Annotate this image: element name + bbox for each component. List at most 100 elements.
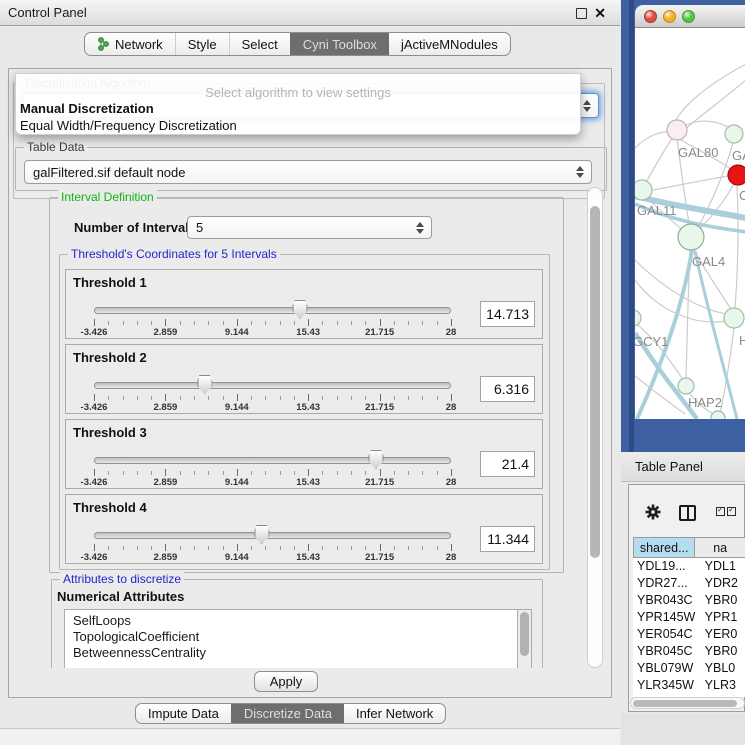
cell-name: YBR0 <box>705 592 745 609</box>
tab-network[interactable]: Network <box>85 33 175 55</box>
column-header-name[interactable]: na <box>695 538 745 557</box>
attribute-item-selfloops[interactable]: SelfLoops <box>73 613 517 629</box>
network-edge-highlighted[interactable] <box>695 251 737 419</box>
network-canvas[interactable]: GAL80GACGAL11GAL4GCY1HHAP2 <box>635 28 745 419</box>
network-node[interactable] <box>725 125 743 143</box>
threshold-value-field[interactable] <box>480 301 535 327</box>
close-window-icon[interactable] <box>644 10 657 23</box>
slider-tick <box>208 396 209 400</box>
scrollbar-thumb[interactable] <box>520 612 529 656</box>
network-node[interactable] <box>667 120 687 140</box>
slider: -3.4262.8599.14415.4321.71528 <box>94 420 451 490</box>
slider-thumb[interactable] <box>292 300 307 319</box>
dropdown-item-equal-width-frequency-discretization[interactable]: Equal Width/Frequency Discretization <box>16 117 580 134</box>
slider-thumb[interactable] <box>369 450 384 469</box>
network-window-titlebar[interactable] <box>635 5 745 28</box>
tab-impute-data[interactable]: Impute Data <box>136 704 231 723</box>
table-row[interactable]: YER054CYER0 <box>633 626 745 643</box>
column-header-shared-name[interactable]: shared... <box>634 538 695 557</box>
zoom-window-icon[interactable] <box>682 10 695 23</box>
network-desktop: GAL80GACGAL11GAL4GCY1HHAP2 <box>621 0 745 452</box>
slider-tick <box>394 321 395 325</box>
threshold-value-field[interactable] <box>480 376 535 402</box>
attribute-item-betweennesscentrality[interactable]: BetweennessCentrality <box>73 645 517 661</box>
network-edge[interactable] <box>644 134 675 186</box>
network-edge[interactable] <box>635 323 685 383</box>
table-row[interactable]: YDR27...YDR2 <box>633 575 745 592</box>
slider-thumb[interactable] <box>197 375 212 394</box>
slider-track[interactable] <box>94 457 451 464</box>
slider-track[interactable] <box>94 307 451 314</box>
network-node[interactable] <box>678 378 694 394</box>
gear-icon[interactable] <box>645 504 661 520</box>
attribute-item-topologicalcoefficient[interactable]: TopologicalCoefficient <box>73 629 517 645</box>
checkbox-icon <box>727 507 736 516</box>
table-row[interactable]: YPR145WYPR1 <box>633 609 745 626</box>
slider-tick <box>451 319 452 326</box>
tab-infer-network[interactable]: Infer Network <box>344 704 445 723</box>
network-node[interactable] <box>678 224 704 250</box>
node-label: GCY1 <box>635 334 668 349</box>
slider-tick <box>394 396 395 400</box>
table-hscrollbar[interactable] <box>630 697 745 709</box>
network-edge[interactable] <box>648 175 733 191</box>
network-node[interactable] <box>724 308 744 328</box>
column-visibility-icons[interactable] <box>716 507 736 516</box>
slider-tick <box>237 394 238 401</box>
slider-tick <box>351 396 352 400</box>
slider-scale-label: 2.859 <box>154 552 178 563</box>
split-columns-icon[interactable] <box>679 505 696 521</box>
table-data-combo[interactable]: galFiltered.sif default node <box>24 160 592 184</box>
table-panel-header: Table Panel <box>621 452 745 482</box>
slider-scale-label: 21.715 <box>365 327 394 338</box>
slider-tick <box>280 546 281 550</box>
slider-tick <box>308 469 309 476</box>
slider-tick <box>337 321 338 325</box>
tab-style[interactable]: Style <box>175 33 229 55</box>
network-edge[interactable] <box>673 64 745 126</box>
slider-scale: -3.4262.8599.14415.4321.71528 <box>94 477 451 488</box>
table-row[interactable]: YBR045CYBR0 <box>633 643 745 660</box>
attributes-title: Attributes to discretize <box>60 572 184 586</box>
apply-button[interactable]: Apply <box>254 671 318 692</box>
network-node[interactable] <box>635 310 641 326</box>
numerical-attributes-list[interactable]: SelfLoopsTopologicalCoefficientBetweenne… <box>64 609 518 668</box>
tab-jactivemnodules[interactable]: jActiveMNodules <box>389 33 510 55</box>
tab-select[interactable]: Select <box>229 33 290 55</box>
tab-discretize-data[interactable]: Discretize Data <box>231 704 344 723</box>
threshold-value-field[interactable] <box>480 451 535 477</box>
network-edge[interactable] <box>682 80 745 132</box>
minimize-window-icon[interactable] <box>663 10 676 23</box>
cell-name: YLR3 <box>705 677 745 694</box>
slider-tick <box>194 546 195 550</box>
network-view-window[interactable]: GAL80GACGAL11GAL4GCY1HHAP2 <box>635 5 745 419</box>
network-node[interactable] <box>728 165 745 185</box>
table-row[interactable]: YDL19...YDL1 <box>633 558 745 575</box>
slider-track[interactable] <box>94 382 451 389</box>
table-row[interactable]: YBL079WYBL0 <box>633 660 745 677</box>
number-of-intervals-spinner[interactable]: 5 <box>187 216 432 239</box>
table-row[interactable]: YLR345WYLR3 <box>633 677 745 694</box>
slider-thumb[interactable] <box>254 525 269 544</box>
slider-tick <box>437 321 438 325</box>
dropdown-item-manual-discretization[interactable]: Manual Discretization <box>16 100 580 117</box>
close-panel-icon[interactable]: ✕ <box>594 8 606 19</box>
slider-tick <box>137 396 138 400</box>
table-row[interactable]: YBR043CYBR0 <box>633 592 745 609</box>
float-window-icon[interactable] <box>576 8 587 19</box>
attributes-scrollbar[interactable] <box>518 609 532 668</box>
slider-track[interactable] <box>94 532 451 539</box>
panel-title: Control Panel <box>0 5 87 20</box>
slider-tick <box>123 471 124 475</box>
tab-cyni-toolbox[interactable]: Cyni Toolbox <box>290 33 389 55</box>
network-node[interactable] <box>635 180 652 200</box>
cell-name: YER0 <box>705 626 745 643</box>
settings-scrollbar[interactable] <box>587 187 603 668</box>
control-panel: Control Panel ✕ NetworkStyleSelectCyni T… <box>0 0 620 745</box>
slider-tick <box>280 396 281 400</box>
scrollbar-thumb[interactable] <box>590 206 600 558</box>
network-node[interactable] <box>711 411 725 419</box>
threshold-value-field[interactable] <box>480 526 535 552</box>
network-edge[interactable] <box>734 186 738 318</box>
scrollbar-thumb[interactable] <box>633 700 737 707</box>
